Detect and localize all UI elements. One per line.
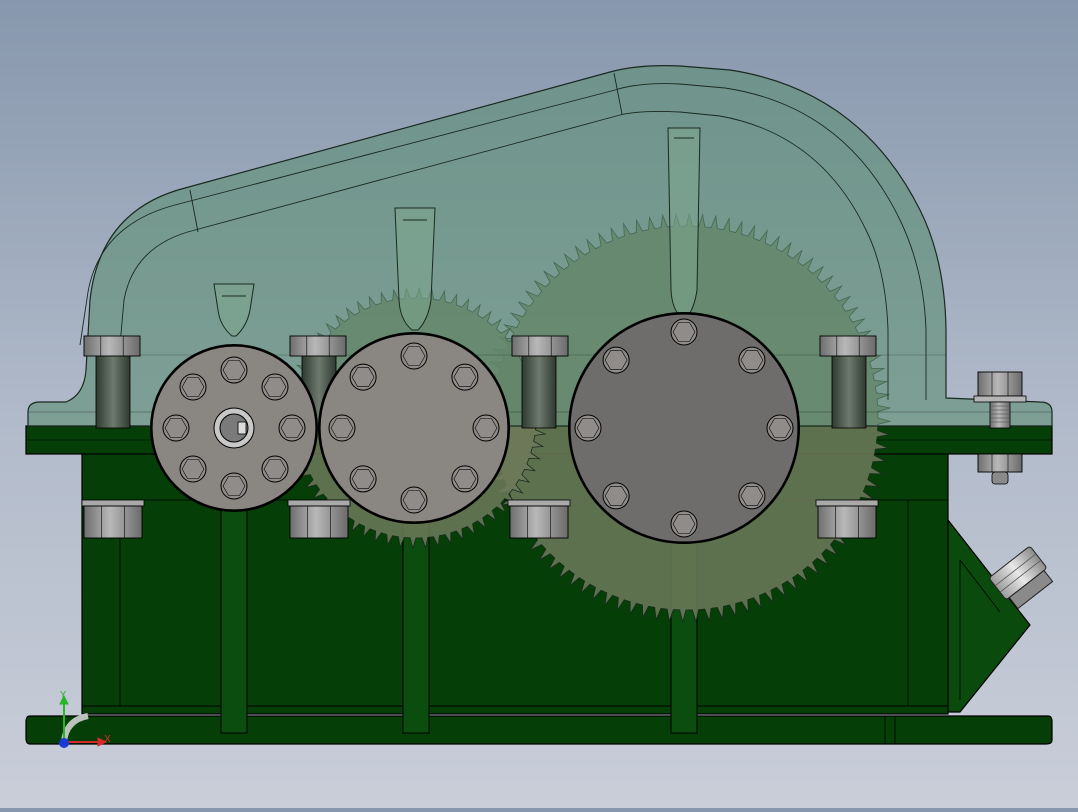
cap-bolt-head — [574, 414, 602, 442]
cap-bolt-head — [349, 363, 377, 391]
cap-bolt-head — [328, 414, 356, 442]
cap-bolt-head — [451, 465, 479, 493]
cap-bolt-head — [738, 346, 766, 374]
intermediate-shaft-bearing-cap[interactable] — [318, 332, 510, 524]
cap-bolt-head — [400, 342, 428, 370]
cap-bolt-head — [738, 482, 766, 510]
cap-bolt-head — [602, 482, 630, 510]
base-flange — [25, 715, 1053, 745]
cover-bolt-1[interactable] — [83, 335, 141, 357]
cover-bolt-2[interactable] — [289, 335, 347, 357]
housing-nut-2[interactable] — [287, 499, 351, 539]
housing-nut-3[interactable] — [507, 499, 571, 539]
cap-bolt-head — [179, 455, 207, 483]
y-axis-label: Y — [59, 690, 67, 701]
cap-bolt-head — [220, 356, 248, 384]
cap-bolt-head — [766, 414, 794, 442]
cap-bolt-head — [220, 472, 248, 500]
cap-bolt-head — [261, 373, 289, 401]
cover-bolt-4[interactable] — [819, 335, 877, 357]
cap-bolt-head — [400, 486, 428, 514]
cad-viewport[interactable]: X Y — [0, 0, 1078, 808]
cap-bolt-head — [349, 465, 377, 493]
x-axis-label: X — [104, 734, 111, 745]
cover-bolt-3[interactable] — [511, 335, 569, 357]
cap-bolt-head — [179, 373, 207, 401]
input-shaft-bearing-cap[interactable] — [150, 344, 318, 512]
cap-bolt-head — [261, 455, 289, 483]
cap-bolt-head — [602, 346, 630, 374]
cap-bolt-head — [670, 318, 698, 346]
cap-bolt-head — [162, 414, 190, 442]
cap-bolt-head — [451, 363, 479, 391]
housing-nut-1[interactable] — [81, 499, 145, 539]
cap-bolt-head — [472, 414, 500, 442]
output-shaft-bearing-cap[interactable] — [568, 312, 800, 544]
housing-nut-4[interactable] — [815, 499, 879, 539]
cap-bolt-head — [278, 414, 306, 442]
cap-bolt-head — [670, 510, 698, 538]
